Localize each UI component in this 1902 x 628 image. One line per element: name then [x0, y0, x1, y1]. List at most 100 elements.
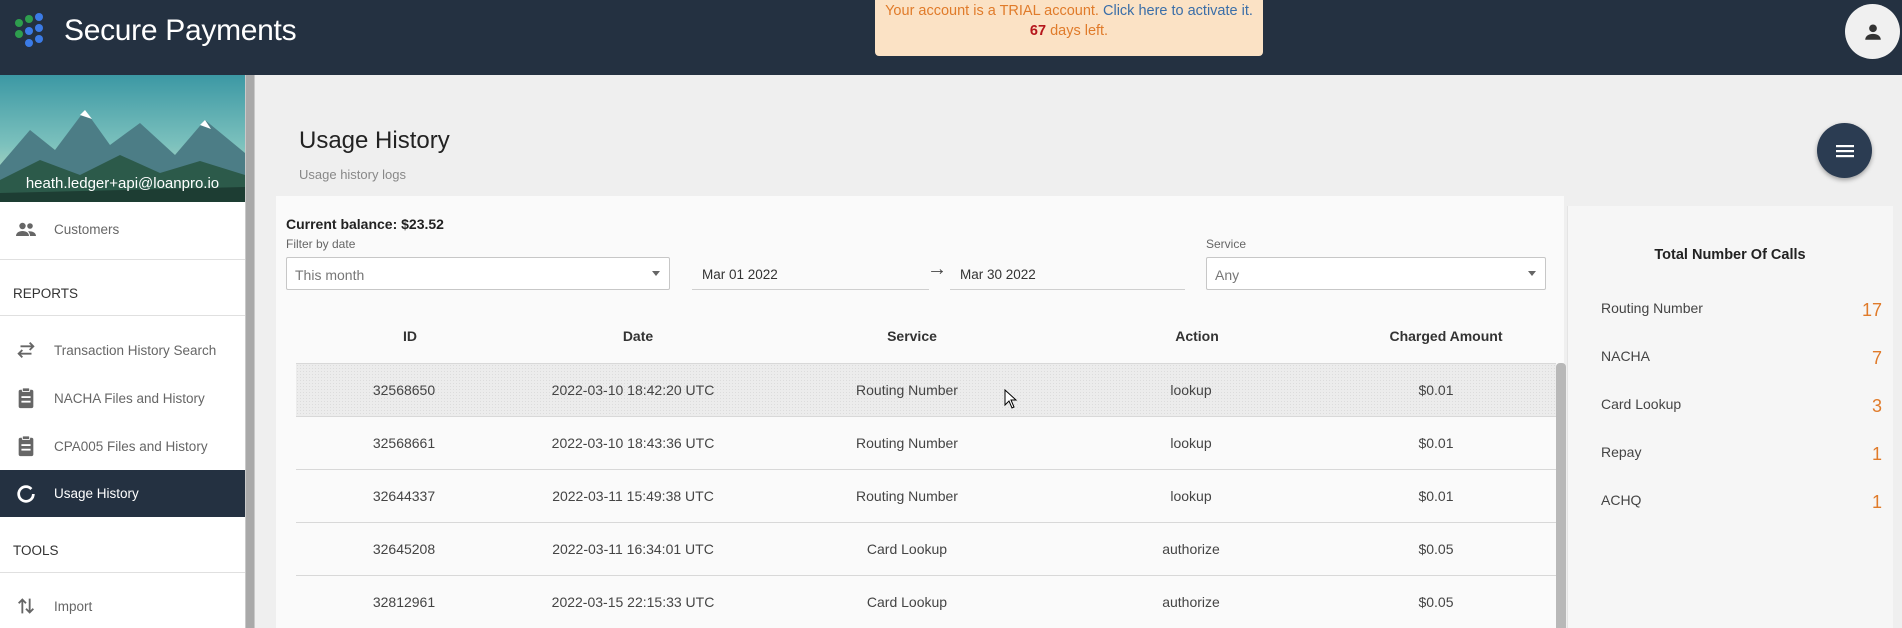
sidebar-item-label: Customers	[54, 221, 120, 237]
sidebar-item-cpa005[interactable]: CPA005 Files and History	[0, 426, 245, 466]
column-header-id[interactable]: ID	[360, 328, 460, 344]
table-row[interactable]: 32568650 2022-03-10 18:42:20 UTC Routing…	[296, 363, 1556, 416]
column-header-action[interactable]: Action	[1097, 328, 1297, 344]
user-icon	[1864, 23, 1881, 40]
sidebar-item-customers[interactable]: Customers	[0, 210, 245, 248]
divider	[0, 259, 245, 260]
cell-action: lookup	[1170, 488, 1212, 504]
cell-amount: $0.05	[1418, 541, 1454, 557]
sidebar-item-label: Usage History	[54, 486, 139, 501]
table-row[interactable]: 32568661 2022-03-10 18:43:36 UTC Routing…	[296, 416, 1556, 469]
date-from-input[interactable]: Mar 01 2022	[692, 258, 929, 290]
top-bar: Secure Payments Your account is a TRIAL …	[0, 0, 1902, 75]
logo: Secure Payments	[12, 13, 297, 49]
totals-title: Total Number Of Calls	[1654, 247, 1806, 263]
cell-action: authorize	[1162, 541, 1220, 557]
cell-id: 32644337	[372, 488, 436, 504]
cell-date: 2022-03-10 18:42:20 UTC	[551, 382, 715, 398]
people-icon	[14, 217, 38, 241]
trial-banner: Your account is a TRIAL account. Click h…	[875, 0, 1263, 56]
scrollbar-thumb[interactable]	[246, 75, 254, 628]
total-label: Repay	[1601, 444, 1642, 460]
cell-amount: $0.01	[1418, 488, 1454, 504]
current-balance: Current balance: $23.52	[286, 216, 444, 232]
sidebar-item-label: NACHA Files and History	[54, 390, 205, 406]
sidebar: heath.ledger+api@loanpro.io Customers RE…	[0, 75, 245, 628]
trial-text: Your account is a TRIAL account.	[885, 3, 1099, 19]
page-subtitle: Usage history logs	[299, 167, 406, 182]
cell-id: 32645208	[372, 541, 436, 557]
cell-id: 32812961	[372, 594, 436, 610]
mouse-cursor-icon	[1004, 389, 1018, 409]
divider	[0, 572, 245, 573]
sidebar-item-import[interactable]: Import	[0, 586, 245, 626]
reports-heading: REPORTS	[13, 286, 79, 301]
cell-date: 2022-03-11 16:34:01 UTC	[552, 541, 714, 557]
sidebar-scrollbar[interactable]	[245, 75, 255, 628]
cell-action: lookup	[1170, 382, 1212, 398]
menu-button[interactable]	[1817, 123, 1872, 178]
swap-arrows-icon	[14, 338, 38, 362]
days-left-suffix: days left.	[1050, 23, 1109, 39]
activate-link[interactable]: Click here to activate it.	[1103, 3, 1253, 19]
total-count: 1	[1871, 444, 1882, 464]
cell-service: Routing Number	[856, 382, 958, 398]
date-filter-value: This month	[295, 267, 365, 283]
cell-amount: $0.01	[1418, 435, 1454, 451]
service-value: Any	[1215, 267, 1240, 283]
sidebar-item-label: Import	[54, 598, 93, 614]
days-left-count: 67	[1029, 23, 1047, 39]
cell-date: 2022-03-15 22:15:33 UTC	[551, 594, 715, 610]
column-header-date[interactable]: Date	[538, 328, 738, 344]
date-filter-select[interactable]: This month	[286, 257, 670, 290]
hamburger-icon	[1835, 144, 1854, 157]
total-count: 17	[1861, 300, 1882, 320]
sidebar-item-label: CPA005 Files and History	[54, 438, 208, 454]
cell-date: 2022-03-10 18:43:36 UTC	[551, 435, 715, 451]
tools-heading: TOOLS	[13, 543, 59, 558]
service-select[interactable]: Any	[1206, 257, 1546, 290]
divider	[0, 315, 245, 316]
sidebar-item-transaction-history[interactable]: Transaction History Search	[0, 330, 245, 370]
clipboard-icon	[14, 434, 38, 458]
cell-service: Routing Number	[856, 488, 958, 504]
page-title: Usage History	[299, 127, 450, 154]
total-label: Routing Number	[1601, 300, 1703, 316]
sidebar-item-nacha[interactable]: NACHA Files and History	[0, 378, 245, 418]
donut-icon	[14, 482, 38, 506]
cell-service: Card Lookup	[866, 594, 948, 610]
total-label: NACHA	[1601, 348, 1651, 364]
profile-banner: heath.ledger+api@loanpro.io	[0, 75, 245, 202]
caret-down-icon	[652, 271, 660, 276]
total-count: 7	[1871, 348, 1882, 368]
account-button[interactable]	[1845, 4, 1900, 59]
cell-amount: $0.05	[1418, 594, 1454, 610]
column-header-service[interactable]: Service	[812, 328, 1012, 344]
brand-name: Secure Payments	[64, 14, 297, 47]
table-row[interactable]: 32645208 2022-03-11 16:34:01 UTC Card Lo…	[296, 522, 1556, 575]
cell-id: 32568650	[372, 382, 436, 398]
filter-by-date-label: Filter by date	[286, 237, 356, 251]
total-label: ACHQ	[1601, 492, 1642, 508]
cell-action: lookup	[1170, 435, 1212, 451]
user-email: heath.ledger+api@loanpro.io	[25, 175, 220, 192]
import-arrows-icon	[14, 594, 38, 618]
caret-down-icon	[1528, 271, 1536, 276]
total-count: 3	[1871, 396, 1882, 416]
column-header-charged-amount[interactable]: Charged Amount	[1346, 328, 1546, 344]
logo-dots-icon	[12, 13, 60, 49]
cell-service: Routing Number	[856, 435, 958, 451]
date-to-input[interactable]: Mar 30 2022	[950, 258, 1185, 290]
total-count: 1	[1871, 492, 1882, 512]
table-row[interactable]: 32812961 2022-03-15 22:15:33 UTC Card Lo…	[296, 575, 1556, 628]
range-arrow: →	[927, 258, 947, 280]
cell-action: authorize	[1162, 594, 1220, 610]
cell-service: Card Lookup	[866, 541, 948, 557]
cell-amount: $0.01	[1418, 382, 1454, 398]
total-label: Card Lookup	[1601, 396, 1682, 412]
cell-id: 32568661	[372, 435, 436, 451]
table-row[interactable]: 32644337 2022-03-11 15:49:38 UTC Routing…	[296, 469, 1556, 522]
clipboard-icon	[14, 386, 38, 410]
sidebar-item-usage-history[interactable]: Usage History	[0, 470, 245, 517]
table-scrollbar[interactable]	[1556, 363, 1566, 628]
